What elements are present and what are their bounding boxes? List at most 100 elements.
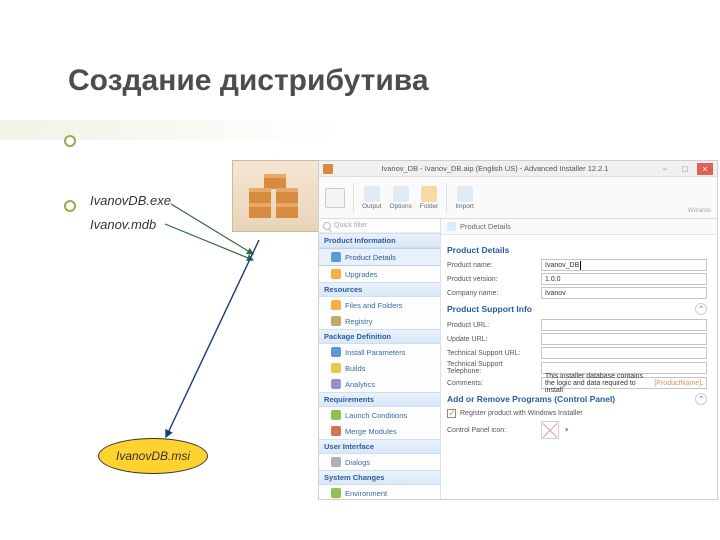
control-panel-icon-preview[interactable] — [541, 421, 559, 439]
ribbon-options-label: Options — [390, 203, 412, 210]
sidebar-item-upgrades[interactable]: Upgrades — [319, 266, 440, 282]
ribbon-output[interactable]: Output — [362, 186, 382, 210]
ribbon-build-icon[interactable] — [325, 188, 345, 208]
side-header-product-info: Product Information — [319, 233, 440, 248]
app-window: Ivanov_DB - Ivanov_DB.aip (English US) -… — [318, 160, 718, 500]
section-arp: Add or Remove Programs (Control Panel) ⌃ — [447, 393, 707, 405]
sidebar-label: Product Details — [345, 253, 396, 262]
register-label: Register product with Windows Installer — [460, 410, 583, 417]
sidebar-item-launch-cond[interactable]: Launch Conditions — [319, 407, 440, 423]
side-header-sys-changes: System Changes — [319, 470, 440, 485]
update-url-label: Update URL: — [447, 336, 535, 343]
comments-post: . — [701, 380, 703, 387]
msi-label: IvanovDB.msi — [116, 449, 190, 463]
section-product-details: Product Details — [447, 245, 707, 255]
breadcrumb: Product Details — [441, 219, 717, 235]
section-title-text: Product Details — [447, 245, 509, 255]
cpl-icon-label: Control Panel icon: — [447, 427, 535, 434]
upgrade-icon — [331, 269, 341, 279]
product-url-label: Product URL: — [447, 322, 535, 329]
sidebar-item-dialogs[interactable]: Dialogs — [319, 454, 440, 470]
window-title: Ivanov_DB - Ivanov_DB.aip (English US) -… — [337, 164, 653, 173]
installer-boxes-icon — [232, 160, 320, 232]
product-name-label: Product name: — [447, 262, 535, 269]
side-header-resources: Resources — [319, 282, 440, 297]
file-exe-label: IvanovDB.exe — [90, 193, 171, 208]
comments-label: Comments: — [447, 380, 535, 387]
ribbon-import[interactable]: Import — [455, 186, 473, 210]
sidebar-label: Install Parameters — [345, 348, 405, 357]
comments-pre: This installer database contains the log… — [545, 373, 654, 394]
sidebar-label: Upgrades — [345, 270, 378, 279]
product-version-label: Product version: — [447, 276, 535, 283]
side-header-pkg-def: Package Definition — [319, 329, 440, 344]
app-icon — [323, 164, 333, 174]
ribbon-import-label: Import — [455, 203, 473, 210]
bullet-dot — [64, 135, 76, 147]
titlebar: Ivanov_DB - Ivanov_DB.aip (English US) -… — [319, 161, 717, 177]
product-name-input[interactable]: Ivanov_DB — [541, 259, 707, 271]
decorative-gradient — [0, 120, 340, 140]
quick-filter-placeholder: Quick filter — [334, 222, 367, 229]
slide-title: Создание дистрибутива — [68, 64, 429, 98]
ribbon-options[interactable]: Options — [390, 186, 412, 210]
section-support-info: Product Support Info ⌃ — [447, 303, 707, 315]
close-button[interactable]: × — [697, 163, 713, 175]
icon-dropdown[interactable]: ▾ — [565, 426, 569, 434]
arrows — [163, 200, 303, 460]
sidebar-label: Environment — [345, 489, 387, 498]
ribbon-folder-label: Folder — [420, 203, 438, 210]
sidebar-label: Files and Folders — [345, 301, 403, 310]
sidebar-label: Launch Conditions — [345, 411, 407, 420]
side-header-ui: User Interface — [319, 439, 440, 454]
sidebar-label: Dialogs — [345, 458, 370, 467]
side-header-requirements: Requirements — [319, 392, 440, 407]
collapse-button[interactable]: ⌃ — [695, 303, 707, 315]
sidebar: Quick filter Product Information Product… — [319, 219, 441, 499]
sidebar-item-files-folders[interactable]: Files and Folders — [319, 297, 440, 313]
register-checkbox[interactable] — [447, 409, 456, 418]
sidebar-item-analytics[interactable]: Analytics — [319, 376, 440, 392]
msi-output-oval: IvanovDB.msi — [98, 438, 208, 474]
company-name-input[interactable]: Ivanov — [541, 287, 707, 299]
folder-icon — [331, 300, 341, 310]
sidebar-label: Merge Modules — [345, 427, 397, 436]
sidebar-item-product-details[interactable]: Product Details — [319, 248, 440, 266]
file-mdb-label: Ivanov.mdb — [90, 217, 156, 232]
bullet-dot — [64, 200, 76, 212]
sidebar-label: Analytics — [345, 380, 375, 389]
sidebar-item-merge-modules[interactable]: Merge Modules — [319, 423, 440, 439]
product-url-input[interactable] — [541, 319, 707, 331]
minimize-button[interactable]: − — [657, 163, 673, 175]
support-url-label: Technical Support URL: — [447, 350, 535, 357]
support-url-input[interactable] — [541, 347, 707, 359]
search-icon — [323, 222, 331, 230]
merge-icon — [331, 426, 341, 436]
ribbon: Output Options Folder Import Wizards — [319, 177, 717, 219]
ribbon-folder[interactable]: Folder — [420, 186, 438, 210]
env-icon — [331, 488, 341, 498]
section-title-text: Product Support Info — [447, 304, 532, 314]
input-value: Ivanov — [545, 290, 566, 297]
sidebar-item-environment[interactable]: Environment — [319, 485, 440, 499]
product-version-input[interactable]: 1.0.0 — [541, 273, 707, 285]
quick-filter[interactable]: Quick filter — [319, 219, 440, 233]
company-name-label: Company name: — [447, 290, 535, 297]
breadcrumb-icon — [447, 222, 456, 231]
sidebar-item-builds[interactable]: Builds — [319, 360, 440, 376]
sidebar-item-registry[interactable]: Registry — [319, 313, 440, 329]
collapse-button[interactable]: ⌃ — [695, 393, 707, 405]
sidebar-label: Registry — [345, 317, 373, 326]
section-title-text: Add or Remove Programs (Control Panel) — [447, 394, 615, 404]
ribbon-output-label: Output — [362, 203, 382, 210]
breadcrumb-text: Product Details — [460, 222, 511, 231]
builds-icon — [331, 363, 341, 373]
dialogs-icon — [331, 457, 341, 467]
maximize-button[interactable]: □ — [677, 163, 693, 175]
params-icon — [331, 347, 341, 357]
comments-input[interactable]: This installer database contains the log… — [541, 377, 707, 389]
sidebar-item-install-params[interactable]: Install Parameters — [319, 344, 440, 360]
comments-placeholder: [ProductName] — [654, 380, 701, 387]
update-url-input[interactable] — [541, 333, 707, 345]
input-value: 1.0.0 — [545, 276, 561, 283]
